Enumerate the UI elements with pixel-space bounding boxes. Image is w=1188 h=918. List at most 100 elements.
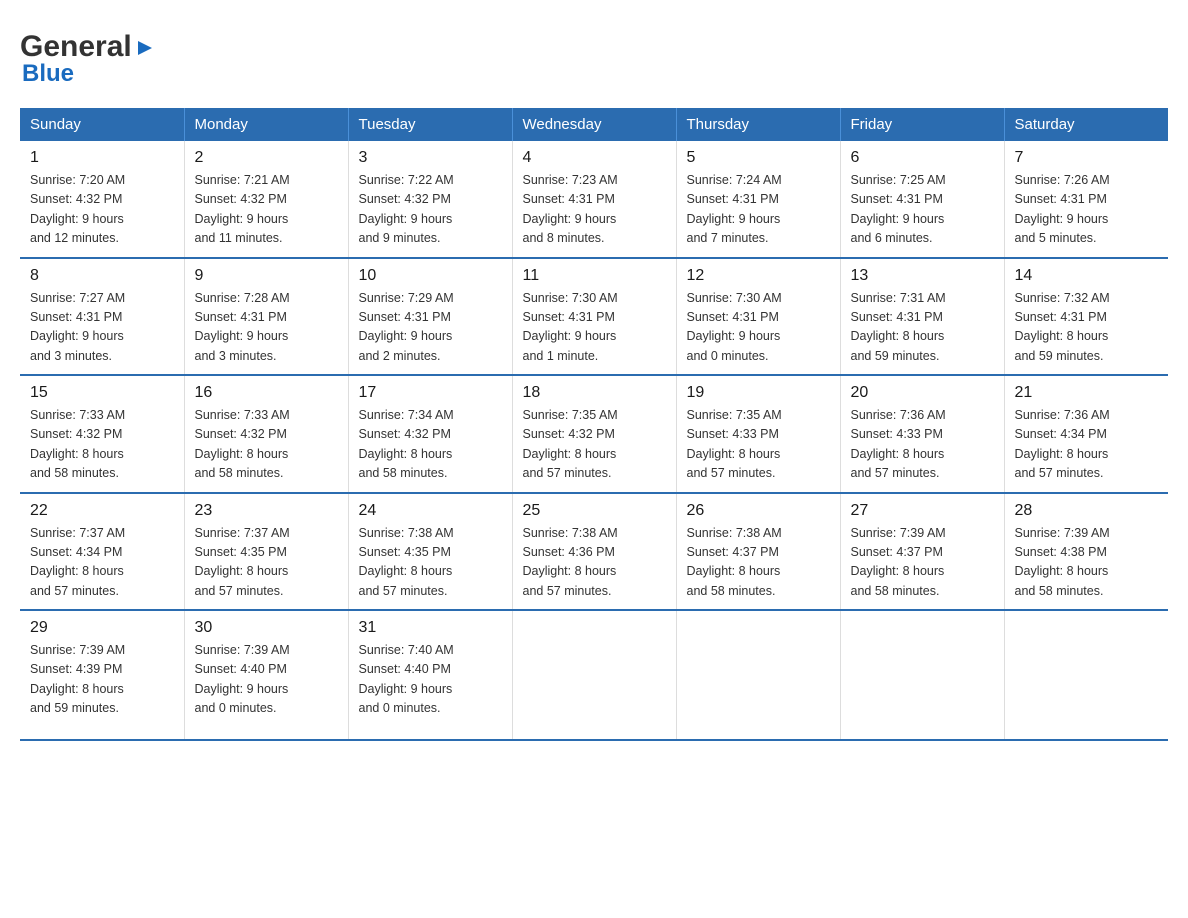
column-header-sunday: Sunday <box>20 108 184 141</box>
day-info: Sunrise: 7:21 AMSunset: 4:32 PMDaylight:… <box>195 171 338 249</box>
calendar-cell: 6 Sunrise: 7:25 AMSunset: 4:31 PMDayligh… <box>840 141 1004 258</box>
day-number: 24 <box>359 502 502 520</box>
day-info: Sunrise: 7:39 AMSunset: 4:37 PMDaylight:… <box>851 524 994 602</box>
calendar-cell: 17 Sunrise: 7:34 AMSunset: 4:32 PMDaylig… <box>348 375 512 493</box>
calendar-cell: 27 Sunrise: 7:39 AMSunset: 4:37 PMDaylig… <box>840 493 1004 611</box>
day-number: 26 <box>687 502 830 520</box>
day-number: 14 <box>1015 267 1159 285</box>
day-info: Sunrise: 7:39 AMSunset: 4:40 PMDaylight:… <box>195 641 338 719</box>
day-info: Sunrise: 7:38 AMSunset: 4:35 PMDaylight:… <box>359 524 502 602</box>
day-number: 7 <box>1015 149 1159 167</box>
day-number: 8 <box>30 267 174 285</box>
calendar-week-row: 29 Sunrise: 7:39 AMSunset: 4:39 PMDaylig… <box>20 610 1168 740</box>
day-number: 25 <box>523 502 666 520</box>
day-info: Sunrise: 7:27 AMSunset: 4:31 PMDaylight:… <box>30 289 174 367</box>
day-info: Sunrise: 7:28 AMSunset: 4:31 PMDaylight:… <box>195 289 338 367</box>
calendar-week-row: 22 Sunrise: 7:37 AMSunset: 4:34 PMDaylig… <box>20 493 1168 611</box>
calendar-cell: 11 Sunrise: 7:30 AMSunset: 4:31 PMDaylig… <box>512 258 676 376</box>
day-number: 13 <box>851 267 994 285</box>
day-info: Sunrise: 7:38 AMSunset: 4:36 PMDaylight:… <box>523 524 666 602</box>
column-header-monday: Monday <box>184 108 348 141</box>
calendar-cell: 4 Sunrise: 7:23 AMSunset: 4:31 PMDayligh… <box>512 141 676 258</box>
day-number: 19 <box>687 384 830 402</box>
day-info: Sunrise: 7:30 AMSunset: 4:31 PMDaylight:… <box>687 289 830 367</box>
day-info: Sunrise: 7:37 AMSunset: 4:35 PMDaylight:… <box>195 524 338 602</box>
day-number: 20 <box>851 384 994 402</box>
day-number: 31 <box>359 619 502 637</box>
calendar-cell: 18 Sunrise: 7:35 AMSunset: 4:32 PMDaylig… <box>512 375 676 493</box>
day-number: 1 <box>30 149 174 167</box>
day-number: 3 <box>359 149 502 167</box>
day-info: Sunrise: 7:20 AMSunset: 4:32 PMDaylight:… <box>30 171 174 249</box>
calendar-cell: 7 Sunrise: 7:26 AMSunset: 4:31 PMDayligh… <box>1004 141 1168 258</box>
calendar-cell: 5 Sunrise: 7:24 AMSunset: 4:31 PMDayligh… <box>676 141 840 258</box>
day-number: 22 <box>30 502 174 520</box>
day-info: Sunrise: 7:26 AMSunset: 4:31 PMDaylight:… <box>1015 171 1159 249</box>
calendar-cell: 16 Sunrise: 7:33 AMSunset: 4:32 PMDaylig… <box>184 375 348 493</box>
day-info: Sunrise: 7:35 AMSunset: 4:33 PMDaylight:… <box>687 406 830 484</box>
calendar-cell: 29 Sunrise: 7:39 AMSunset: 4:39 PMDaylig… <box>20 610 184 740</box>
calendar-header-row: SundayMondayTuesdayWednesdayThursdayFrid… <box>20 108 1168 141</box>
calendar-cell: 22 Sunrise: 7:37 AMSunset: 4:34 PMDaylig… <box>20 493 184 611</box>
column-header-friday: Friday <box>840 108 1004 141</box>
logo-arrow-icon <box>134 37 156 59</box>
calendar-cell: 19 Sunrise: 7:35 AMSunset: 4:33 PMDaylig… <box>676 375 840 493</box>
day-number: 17 <box>359 384 502 402</box>
column-header-thursday: Thursday <box>676 108 840 141</box>
calendar-cell: 8 Sunrise: 7:27 AMSunset: 4:31 PMDayligh… <box>20 258 184 376</box>
day-info: Sunrise: 7:40 AMSunset: 4:40 PMDaylight:… <box>359 641 502 719</box>
calendar-cell: 3 Sunrise: 7:22 AMSunset: 4:32 PMDayligh… <box>348 141 512 258</box>
calendar-cell: 23 Sunrise: 7:37 AMSunset: 4:35 PMDaylig… <box>184 493 348 611</box>
day-number: 12 <box>687 267 830 285</box>
calendar-cell <box>512 610 676 740</box>
calendar-cell: 10 Sunrise: 7:29 AMSunset: 4:31 PMDaylig… <box>348 258 512 376</box>
calendar-cell: 30 Sunrise: 7:39 AMSunset: 4:40 PMDaylig… <box>184 610 348 740</box>
day-number: 29 <box>30 619 174 637</box>
day-number: 5 <box>687 149 830 167</box>
day-info: Sunrise: 7:38 AMSunset: 4:37 PMDaylight:… <box>687 524 830 602</box>
column-header-saturday: Saturday <box>1004 108 1168 141</box>
calendar-week-row: 1 Sunrise: 7:20 AMSunset: 4:32 PMDayligh… <box>20 141 1168 258</box>
day-info: Sunrise: 7:33 AMSunset: 4:32 PMDaylight:… <box>195 406 338 484</box>
calendar-cell <box>676 610 840 740</box>
day-info: Sunrise: 7:32 AMSunset: 4:31 PMDaylight:… <box>1015 289 1159 367</box>
day-number: 4 <box>523 149 666 167</box>
day-number: 10 <box>359 267 502 285</box>
day-number: 11 <box>523 267 666 285</box>
calendar-cell: 25 Sunrise: 7:38 AMSunset: 4:36 PMDaylig… <box>512 493 676 611</box>
day-number: 16 <box>195 384 338 402</box>
day-info: Sunrise: 7:29 AMSunset: 4:31 PMDaylight:… <box>359 289 502 367</box>
calendar-cell: 13 Sunrise: 7:31 AMSunset: 4:31 PMDaylig… <box>840 258 1004 376</box>
day-info: Sunrise: 7:31 AMSunset: 4:31 PMDaylight:… <box>851 289 994 367</box>
day-info: Sunrise: 7:35 AMSunset: 4:32 PMDaylight:… <box>523 406 666 484</box>
page-header: General Blue <box>20 20 1168 88</box>
calendar-cell: 9 Sunrise: 7:28 AMSunset: 4:31 PMDayligh… <box>184 258 348 376</box>
calendar-cell: 26 Sunrise: 7:38 AMSunset: 4:37 PMDaylig… <box>676 493 840 611</box>
calendar-cell: 2 Sunrise: 7:21 AMSunset: 4:32 PMDayligh… <box>184 141 348 258</box>
day-info: Sunrise: 7:39 AMSunset: 4:39 PMDaylight:… <box>30 641 174 719</box>
day-number: 18 <box>523 384 666 402</box>
day-number: 21 <box>1015 384 1159 402</box>
day-number: 6 <box>851 149 994 167</box>
calendar-cell: 21 Sunrise: 7:36 AMSunset: 4:34 PMDaylig… <box>1004 375 1168 493</box>
day-number: 30 <box>195 619 338 637</box>
day-info: Sunrise: 7:22 AMSunset: 4:32 PMDaylight:… <box>359 171 502 249</box>
day-info: Sunrise: 7:33 AMSunset: 4:32 PMDaylight:… <box>30 406 174 484</box>
day-info: Sunrise: 7:36 AMSunset: 4:34 PMDaylight:… <box>1015 406 1159 484</box>
calendar-cell <box>840 610 1004 740</box>
day-info: Sunrise: 7:25 AMSunset: 4:31 PMDaylight:… <box>851 171 994 249</box>
day-info: Sunrise: 7:37 AMSunset: 4:34 PMDaylight:… <box>30 524 174 602</box>
calendar-cell: 1 Sunrise: 7:20 AMSunset: 4:32 PMDayligh… <box>20 141 184 258</box>
calendar-cell: 31 Sunrise: 7:40 AMSunset: 4:40 PMDaylig… <box>348 610 512 740</box>
day-info: Sunrise: 7:24 AMSunset: 4:31 PMDaylight:… <box>687 171 830 249</box>
calendar-cell: 20 Sunrise: 7:36 AMSunset: 4:33 PMDaylig… <box>840 375 1004 493</box>
logo-general-text: General <box>20 30 132 64</box>
day-info: Sunrise: 7:34 AMSunset: 4:32 PMDaylight:… <box>359 406 502 484</box>
logo: General Blue <box>20 20 156 88</box>
day-number: 2 <box>195 149 338 167</box>
calendar-cell <box>1004 610 1168 740</box>
day-number: 9 <box>195 267 338 285</box>
calendar-week-row: 8 Sunrise: 7:27 AMSunset: 4:31 PMDayligh… <box>20 258 1168 376</box>
column-header-wednesday: Wednesday <box>512 108 676 141</box>
day-number: 23 <box>195 502 338 520</box>
